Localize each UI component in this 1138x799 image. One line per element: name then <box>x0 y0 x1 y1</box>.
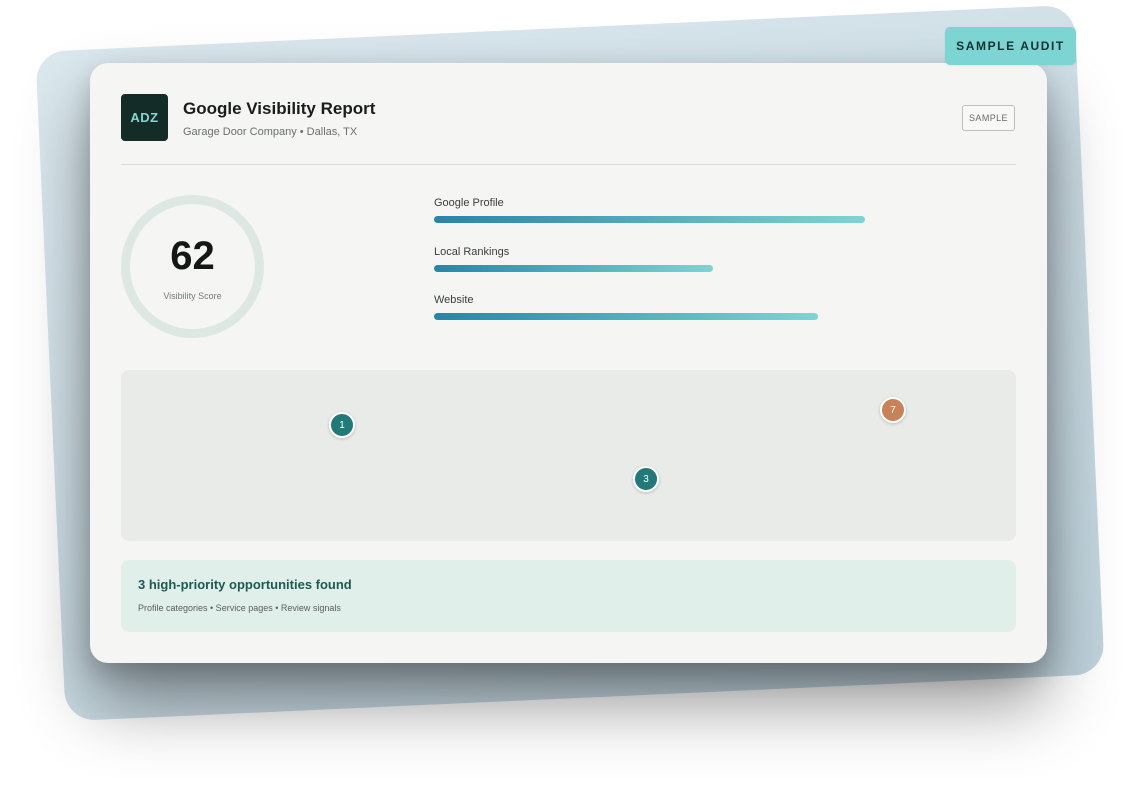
metric-track <box>434 265 874 272</box>
company-logo: ADZ <box>121 94 168 141</box>
metric-label: Google Profile <box>434 197 504 209</box>
visibility-score-label: Visibility Score <box>163 291 222 301</box>
ranking-map[interactable]: 1 3 7 <box>121 370 1016 541</box>
header-divider <box>121 164 1016 165</box>
opportunities-details: Profile categories • Service pages • Rev… <box>138 603 341 613</box>
map-pin-rank-7[interactable]: 7 <box>880 397 906 423</box>
opportunities-summary: 3 high-priority opportunities found Prof… <box>121 560 1016 632</box>
report-subtitle: Garage Door Company • Dallas, TX <box>183 126 358 138</box>
metric-label: Local Rankings <box>434 246 510 258</box>
metric-fill-local-rankings <box>434 265 714 272</box>
opportunities-title: 3 high-priority opportunities found <box>138 577 352 592</box>
metric-label: Website <box>434 294 474 306</box>
metric-track <box>434 216 874 223</box>
metric-google-profile: Google Profile <box>434 197 874 223</box>
report-title: Google Visibility Report <box>183 99 376 118</box>
sample-audit-tag: SAMPLE AUDIT <box>945 27 1076 65</box>
stage: SAMPLE AUDIT ADZ Google Visibility Repor… <box>0 0 1138 799</box>
report-card: ADZ Google Visibility Report Garage Door… <box>90 63 1047 663</box>
map-pin-rank-1[interactable]: 1 <box>329 412 355 438</box>
metric-track <box>434 313 874 320</box>
metric-fill-website <box>434 313 819 320</box>
metric-website: Website <box>434 294 874 320</box>
map-pin-rank-3[interactable]: 3 <box>633 466 659 492</box>
metric-fill-google-profile <box>434 216 866 223</box>
visibility-score-value: 62 <box>170 234 215 278</box>
metric-local-rankings: Local Rankings <box>434 246 874 272</box>
sample-button[interactable]: SAMPLE <box>962 105 1015 131</box>
